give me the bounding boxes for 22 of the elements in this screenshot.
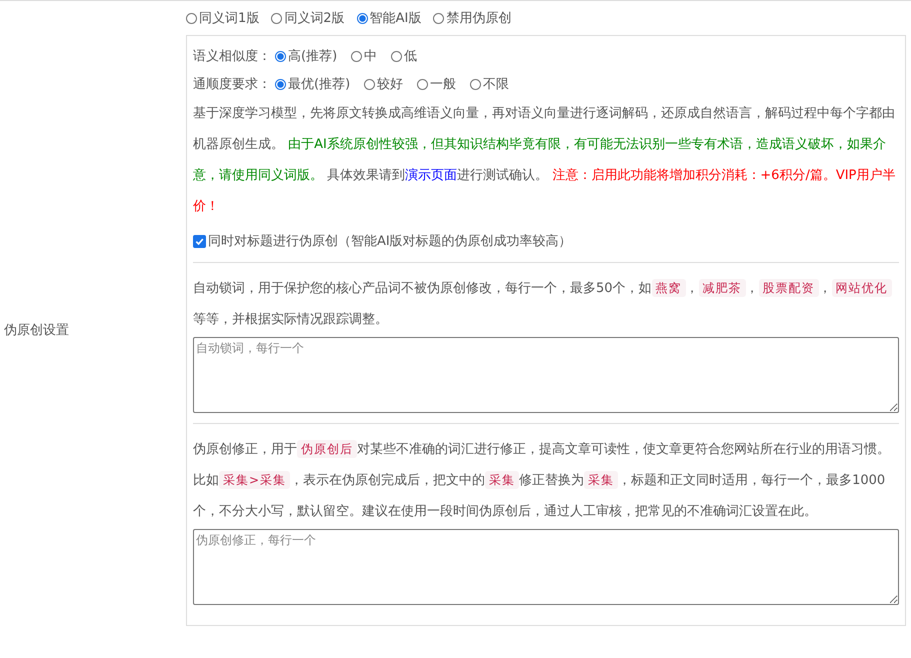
option-radio[interactable]: 高(推荐) [275,47,338,65]
option-radio[interactable]: 较好 [364,75,404,93]
option-radio[interactable]: 低 [391,47,418,65]
mode-radio[interactable]: 智能AI版 [356,9,422,27]
title-rewrite-checkbox[interactable]: 同时对标题进行伪原创（智能AI版对标题的伪原创成功率较高） [193,226,899,256]
demo-link[interactable]: 演示页面 [405,168,458,183]
option-label: 通顺度要求： [193,76,271,93]
option-radio[interactable]: 中 [351,47,378,65]
check-icon [194,236,205,246]
section-label: 伪原创设置 [4,322,69,338]
mode-radio[interactable]: 同义词2版 [271,9,345,27]
lock-words-text: 自动锁词，用于保护您的核心产品词不被伪原创修改，每行一个，最多50个，如 燕窝 ， 减肥茶 ， 股票配资 ， 网站优化 等等，并根据实际情况跟踪调整。 [193,273,899,335]
lock-words-field[interactable]: 自动锁词，每行一个 [193,337,899,413]
mode-radio[interactable]: 禁用伪原创 [433,9,512,27]
description-text: 基于深度学习模型，先将原文转换成高维语义向量，再对语义向量进行逐词解码，还原成自然语言，解码过程中每个字都由机器原创生成。 由于AI系统原创性较强，但其知识结构毕竟有限，有可能无法识别一些专有术语，造成语义破坏，如果介意，请使用同义词版。 具体效果请到演示页面进行测试确认。 注意：启用此功能将增加积分消耗：+6积分/篇。VIP用户半价！ [193,105,896,216]
corrections-text: 伪原创修正，用于 伪原创后 对某些不准确的词汇进行修正，提高文章可读性，使文章更符合您网站所在行业的用语习惯。比如 采集>采集 ，表示在伪原创完成后，把文中的 采集 修正替换为 采集 ，标题和正文同时适用，每行一个，最多1000个，不分大小写，默认留空。建议在使用一段时间伪原创后，通过人工审核，把常见的不准确词汇设置在此。 [193,439,891,521]
corrections-field[interactable]: 伪原创修正，每行一个 [193,529,899,605]
option-radio[interactable]: 不限 [470,75,510,93]
option-radio[interactable]: 一般 [417,75,456,93]
option-label: 语义相似度： [193,48,271,65]
option-radio[interactable]: 最优(推荐) [275,75,350,93]
mode-radio[interactable]: 同义词1版 [186,9,260,27]
